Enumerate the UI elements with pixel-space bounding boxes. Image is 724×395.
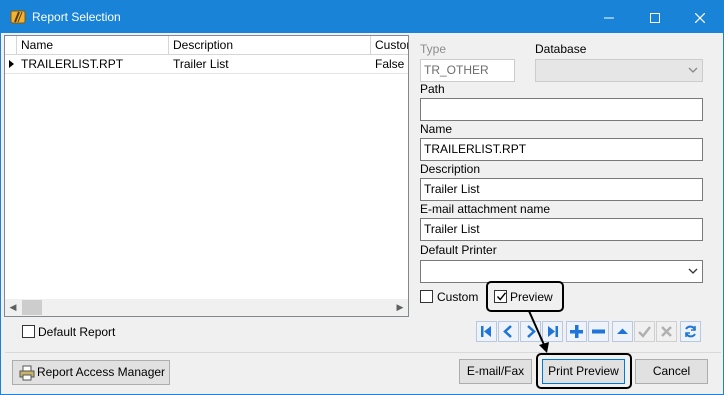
cancel-button[interactable]: Cancel <box>635 359 708 384</box>
email-fax-button[interactable]: E-mail/Fax <box>459 359 532 384</box>
maximize-icon <box>650 12 660 23</box>
chevron-down-icon <box>688 268 698 274</box>
custom-checkbox[interactable] <box>420 290 433 303</box>
edit-record-button[interactable] <box>612 321 633 342</box>
first-icon <box>481 326 491 337</box>
email-attachment-field[interactable]: Trailer List <box>420 218 703 241</box>
app-icon <box>10 10 26 24</box>
column-header-description[interactable]: Description <box>169 36 371 55</box>
refresh-button[interactable] <box>680 321 701 342</box>
report-grid[interactable]: Name Description Custor TRAILERLIST.RPT … <box>4 35 409 317</box>
report-access-manager-label: Report Access Manager <box>36 365 166 379</box>
cell-custom[interactable]: False <box>371 55 408 74</box>
description-field[interactable]: Trailer List <box>420 178 703 201</box>
database-label: Database <box>535 42 587 56</box>
default-report-label: Default Report <box>38 325 116 339</box>
post-icon <box>638 326 651 338</box>
name-label: Name <box>420 122 453 136</box>
add-icon <box>570 325 583 338</box>
table-row[interactable]: TRAILERLIST.RPT Trailer List False <box>5 55 408 74</box>
refresh-icon <box>685 325 696 338</box>
default-printer-label: Default Printer <box>420 243 497 257</box>
prev-icon <box>503 325 512 338</box>
path-field[interactable] <box>420 98 703 121</box>
cancel-edit-icon <box>661 326 672 337</box>
maximize-button[interactable] <box>632 1 678 33</box>
delete-icon <box>592 329 605 334</box>
cell-description[interactable]: Trailer List <box>169 55 371 74</box>
delete-record-button[interactable] <box>588 321 609 342</box>
prior-record-button[interactable] <box>498 321 519 342</box>
annotation-arrow-icon <box>528 310 549 353</box>
description-label: Description <box>420 162 481 176</box>
insert-record-button[interactable] <box>566 321 587 342</box>
minimize-icon <box>604 17 614 19</box>
current-row-icon <box>9 60 14 68</box>
edit-icon <box>617 328 628 334</box>
chevron-down-icon <box>688 67 698 73</box>
default-printer-select[interactable] <box>420 260 703 283</box>
column-header-name[interactable]: Name <box>17 36 169 55</box>
cell-name[interactable]: TRAILERLIST.RPT <box>17 55 169 74</box>
grid-header: Name Description Custor <box>5 36 408 55</box>
report-selection-window: Report Selection Name Description Custor… <box>0 0 724 395</box>
email-fax-label: E-mail/Fax <box>466 364 525 378</box>
type-field: TR_OTHER <box>420 59 515 82</box>
minimize-button[interactable] <box>586 1 632 33</box>
close-button[interactable] <box>677 1 723 33</box>
path-label: Path <box>420 82 445 96</box>
cancel-edit-button[interactable] <box>656 321 677 342</box>
email-attachment-label: E-mail attachment name <box>420 202 551 216</box>
type-label: Type <box>420 42 447 56</box>
horizontal-scrollbar[interactable]: ◀ ▶ <box>5 299 408 316</box>
custom-label: Custom <box>437 290 479 304</box>
report-access-manager-button[interactable]: Report Access Manager <box>12 360 170 385</box>
default-report-checkbox[interactable] <box>22 325 35 338</box>
scroll-left-icon[interactable]: ◀ <box>7 301 19 314</box>
window-title: Report Selection <box>32 10 121 24</box>
scroll-thumb[interactable] <box>22 300 42 315</box>
indicator-column-header <box>5 36 17 55</box>
cancel-label: Cancel <box>652 364 691 378</box>
scroll-right-icon[interactable]: ▶ <box>394 301 406 314</box>
preview-annotation-box <box>486 281 564 312</box>
title-bar: Report Selection <box>1 1 723 33</box>
close-icon <box>694 12 706 24</box>
printer-icon <box>19 365 35 381</box>
name-field[interactable]: TRAILERLIST.RPT <box>420 138 703 161</box>
column-header-custom[interactable]: Custor <box>371 36 408 55</box>
post-edit-button[interactable] <box>634 321 655 342</box>
database-select[interactable] <box>535 59 703 82</box>
first-record-button[interactable] <box>476 321 497 342</box>
